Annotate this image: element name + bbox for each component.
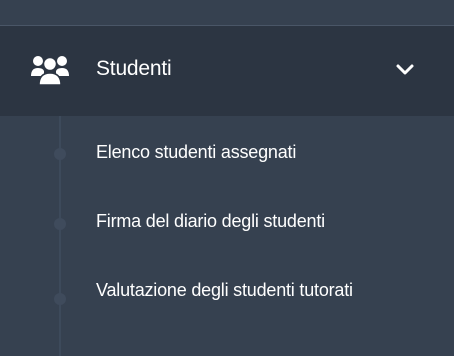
submenu-item-label: Elenco studenti assegnati (96, 142, 297, 162)
sidebar-top-area (0, 0, 454, 25)
submenu: Elenco studenti assegnati Firma del diar… (0, 116, 454, 356)
sidebar-item-studenti[interactable]: Studenti (0, 26, 454, 116)
sidebar-item-label: Studenti (96, 57, 172, 80)
users-icon (30, 52, 70, 86)
bullet-dot (54, 293, 66, 305)
chevron-down-icon[interactable] (394, 61, 416, 79)
sidebar: Studenti Elenco studenti assegnati Firma… (0, 0, 454, 356)
bullet-dot (54, 218, 66, 230)
bullet-dot (54, 148, 66, 160)
submenu-item-label: Firma del diario degli studenti (96, 211, 325, 231)
submenu-item-valutazione[interactable]: Valutazione degli studenti tutorati (0, 254, 454, 356)
submenu-item-firma-diario[interactable]: Firma del diario degli studenti (0, 188, 454, 254)
submenu-item-elenco-studenti[interactable]: Elenco studenti assegnati (0, 116, 454, 188)
submenu-item-label: Valutazione degli studenti tutorati (96, 280, 353, 300)
